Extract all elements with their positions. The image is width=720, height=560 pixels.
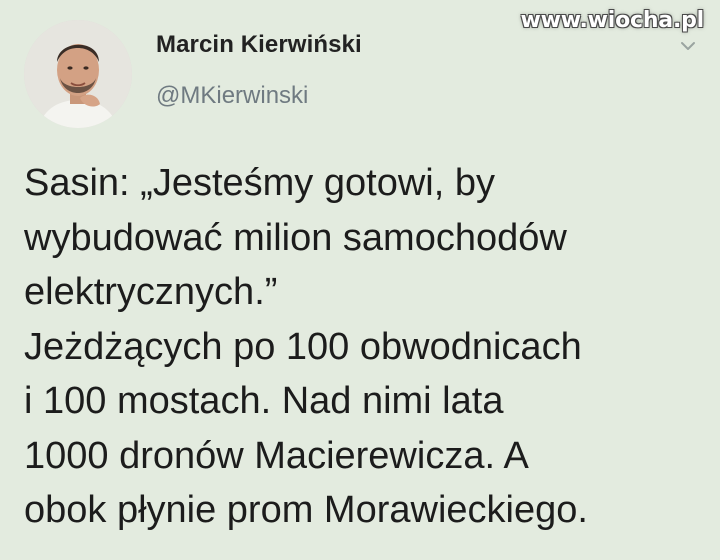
watermark: www.wiocha.pl <box>520 8 705 33</box>
tweet-text: Sasin: „Jesteśmy gotowi, by wybudować mi… <box>24 156 696 538</box>
author-handle[interactable]: @MKierwinski <box>156 82 308 110</box>
tweet-line: i 100 mostach. Nad nimi lata <box>24 380 504 422</box>
tweet-line: 1000 dronów Macierewicza. A <box>24 434 529 477</box>
chevron-down-icon[interactable] <box>680 38 696 54</box>
tweet-line: Jeżdżących po 100 obwodnicach <box>24 325 582 368</box>
tweet-card: Marcin Kierwiński @MKierwinski Sasin: „J… <box>0 0 720 560</box>
author-name[interactable]: Marcin Kierwiński <box>156 31 362 59</box>
tweet-line: obok płynie prom Morawieckiego. <box>24 489 588 531</box>
tweet-line: elektrycznych.” <box>24 271 278 313</box>
tweet-line: wybudować milion samochodów <box>24 216 567 259</box>
tweet-line: Sasin: „Jesteśmy gotowi, by <box>24 162 495 204</box>
avatar[interactable] <box>24 20 132 128</box>
profile-photo <box>24 20 132 128</box>
